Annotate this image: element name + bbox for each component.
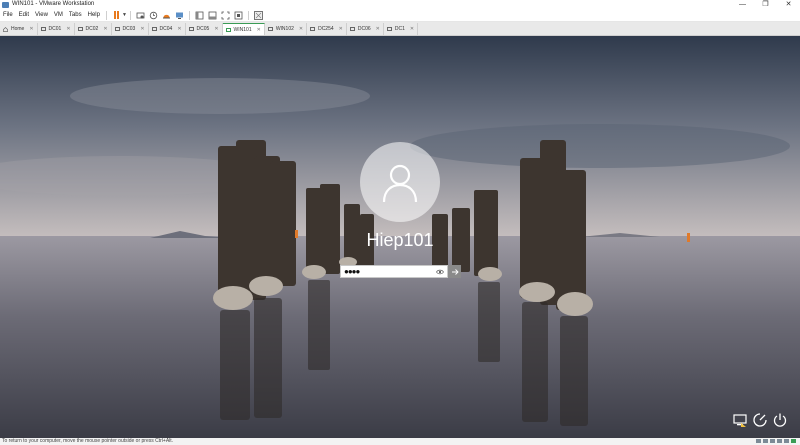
device-status-icons <box>756 439 796 443</box>
status-message: To return to your computer, move the mou… <box>2 438 174 444</box>
tab-label: DC05 <box>196 26 210 32</box>
usb-icon[interactable] <box>777 439 782 443</box>
vmware-app-icon <box>2 1 9 8</box>
status-bar: To return to your computer, move the mou… <box>0 438 800 445</box>
unity-icon[interactable] <box>234 11 243 20</box>
tab-label: DC04 <box>159 26 173 32</box>
display-icon[interactable] <box>791 439 796 443</box>
close-button[interactable]: ✕ <box>777 0 800 9</box>
tab-dc1[interactable]: DC1 ✕ <box>383 23 419 35</box>
menu-tabs[interactable]: Tabs <box>66 9 85 22</box>
tab-dc02[interactable]: DC02 ✕ <box>74 23 112 35</box>
hard-disk-icon[interactable] <box>756 439 761 443</box>
tab-win102[interactable]: WIN102 ✕ <box>264 23 308 35</box>
close-icon[interactable]: ✕ <box>410 26 414 32</box>
close-icon[interactable]: ✕ <box>177 26 181 32</box>
close-icon[interactable]: ✕ <box>103 26 107 32</box>
network-adapter-icon[interactable] <box>770 439 775 443</box>
vm-tab-bar: Home ✕ DC01 ✕ DC02 ✕ DC03 ✕ DC04 ✕ DC05 … <box>0 22 800 36</box>
chevron-down-icon[interactable]: ▼ <box>122 12 127 18</box>
stretch-guest-icon[interactable] <box>254 10 263 20</box>
user-icon <box>382 164 418 203</box>
menu-vm[interactable]: VM <box>51 9 66 22</box>
vm-icon <box>188 27 194 31</box>
tab-label: DC254 <box>318 26 334 32</box>
revert-snapshot-icon[interactable] <box>162 11 171 20</box>
close-icon[interactable]: ✕ <box>29 26 33 32</box>
password-mask: ●●●● <box>344 267 360 276</box>
maximize-button[interactable]: ❐ <box>754 0 777 9</box>
vm-icon <box>349 27 355 31</box>
vm-icon <box>386 27 392 31</box>
arrow-right-icon <box>451 268 459 275</box>
vm-icon <box>77 27 83 31</box>
close-icon[interactable]: ✕ <box>214 26 218 32</box>
close-icon[interactable]: ✕ <box>140 26 144 32</box>
thumbnail-bar-icon[interactable] <box>208 11 217 20</box>
tab-dc04[interactable]: DC04 ✕ <box>148 23 186 35</box>
send-ctrl-alt-del-icon[interactable] <box>136 11 145 20</box>
toolbar-separator <box>247 10 249 20</box>
vm-icon <box>151 27 157 31</box>
sound-icon[interactable] <box>784 439 789 443</box>
toolbar-separator <box>188 10 190 20</box>
tab-dc06[interactable]: DC06 ✕ <box>346 23 384 35</box>
tab-label: DC01 <box>48 26 62 32</box>
vm-icon <box>40 27 46 31</box>
close-icon[interactable]: ✕ <box>339 26 343 32</box>
snapshot-manager-icon[interactable] <box>175 11 184 20</box>
eye-icon[interactable] <box>436 268 444 276</box>
tab-label: DC1 <box>394 26 405 32</box>
close-icon[interactable]: ✕ <box>376 26 380 32</box>
submit-button[interactable] <box>448 265 461 278</box>
menu-file[interactable]: File <box>0 9 16 22</box>
tab-win101[interactable]: WIN101 ✕ <box>222 23 265 35</box>
close-icon[interactable]: ✕ <box>299 26 303 32</box>
close-icon[interactable]: ✕ <box>66 26 70 32</box>
window-controls: — ❐ ✕ <box>731 0 800 9</box>
snapshot-icon[interactable] <box>149 11 158 20</box>
tab-dc01[interactable]: DC01 ✕ <box>37 23 75 35</box>
tab-dc03[interactable]: DC03 ✕ <box>111 23 149 35</box>
pause-icon[interactable] <box>112 11 121 20</box>
cd-drive-icon[interactable] <box>763 439 768 443</box>
tab-home[interactable]: Home ✕ <box>0 23 38 35</box>
tab-label: DC06 <box>357 26 371 32</box>
tab-label: WIN101 <box>233 26 252 33</box>
password-input[interactable]: ●●●● <box>340 265 448 278</box>
tab-label: DC02 <box>85 26 99 32</box>
power-icon[interactable] <box>772 412 788 428</box>
minimize-button[interactable]: — <box>731 0 754 9</box>
menu-edit[interactable]: Edit <box>16 9 32 22</box>
vm-icon <box>114 27 120 31</box>
vm-icon <box>310 27 316 31</box>
menu-view[interactable]: View <box>32 9 51 22</box>
vm-icon <box>225 27 231 32</box>
tab-label: Home <box>11 26 25 32</box>
tab-label: WIN102 <box>275 26 294 32</box>
tab-label: DC03 <box>122 26 136 32</box>
vm-display[interactable]: Hiep101 ●●●● <box>0 36 800 438</box>
login-username: Hiep101 <box>366 230 434 250</box>
network-icon[interactable] <box>732 412 748 428</box>
vm-icon <box>267 27 273 31</box>
close-icon[interactable]: ✕ <box>257 27 261 33</box>
toolbar-separator <box>129 10 131 20</box>
title-bar: WIN101 - VMware Workstation — ❐ ✕ <box>0 0 800 9</box>
menu-help[interactable]: Help <box>85 9 103 22</box>
user-avatar <box>360 142 440 222</box>
tab-dc05[interactable]: DC05 ✕ <box>185 23 223 35</box>
show-library-icon[interactable] <box>195 11 204 20</box>
menu-toolbar: File Edit View VM Tabs Help ▼ <box>0 9 800 22</box>
full-screen-icon[interactable] <box>221 11 230 20</box>
tab-dc254[interactable]: DC254 ✕ <box>307 23 347 35</box>
toolbar-separator <box>105 10 107 20</box>
ease-of-access-icon[interactable] <box>752 412 768 428</box>
home-icon <box>3 26 8 32</box>
